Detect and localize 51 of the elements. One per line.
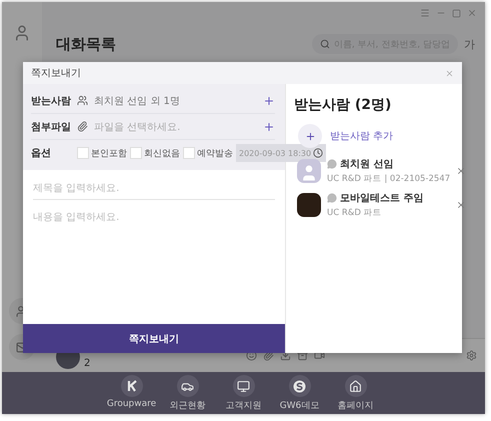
- video-icon[interactable]: [314, 350, 325, 361]
- plus-icon: [304, 130, 316, 142]
- recipient-detail: UC R&D 파트: [327, 207, 383, 219]
- send-button[interactable]: 쪽지보내기: [23, 324, 285, 353]
- option-label: 예약발송: [197, 148, 233, 160]
- download-icon[interactable]: [280, 350, 291, 361]
- chat-count: 2: [84, 358, 90, 369]
- page-title: 대화목록: [56, 34, 117, 54]
- font-size-button[interactable]: 가: [464, 36, 475, 52]
- monitor-icon: [232, 375, 254, 397]
- field-label: 첨부파일: [31, 120, 72, 134]
- car-icon: [176, 375, 198, 397]
- remove-button[interactable]: [456, 200, 466, 210]
- avatar-icon: [297, 159, 321, 183]
- recipient-name: 모바일테스트 주임: [340, 192, 424, 205]
- recipient-value[interactable]: 최치원 선임 외 1명: [94, 94, 263, 108]
- chat-bubble-icon: [327, 193, 337, 203]
- recipient-detail: UC R&D 파트 | 02-2105-2547: [327, 173, 450, 185]
- add-icon[interactable]: [263, 120, 275, 132]
- dock-item[interactable]: Groupware: [110, 375, 154, 414]
- add-icon[interactable]: [263, 94, 275, 106]
- user-icon[interactable]: [13, 24, 31, 42]
- field-label: 받는사람: [31, 94, 72, 108]
- checkbox[interactable]: [130, 147, 142, 159]
- field-label: 옵션: [31, 147, 52, 160]
- people-icon: [77, 95, 88, 106]
- remove-button[interactable]: [456, 166, 466, 176]
- option-label: 회신없음: [144, 148, 180, 160]
- option-label: 본인포함: [91, 148, 127, 160]
- checkbox[interactable]: [183, 147, 195, 159]
- photo-placeholder: [297, 193, 321, 217]
- recipient-name: 최치원 선임: [340, 158, 394, 171]
- s-logo-icon: [288, 375, 310, 397]
- maximize-icon[interactable]: [452, 8, 461, 18]
- dock-item[interactable]: 홈페이지: [334, 375, 378, 414]
- dock-item[interactable]: GW6데모: [278, 375, 322, 414]
- chat-bubble-icon: [327, 159, 337, 169]
- recipients-title: 받는사람 (2명): [294, 96, 392, 114]
- close-icon[interactable]: [445, 68, 454, 78]
- checkbox[interactable]: [77, 147, 89, 159]
- dock-item[interactable]: 외근현황: [166, 375, 210, 414]
- dialog-title: 쪽지보내기: [31, 67, 81, 80]
- search-icon: [320, 39, 330, 49]
- home-icon: [344, 375, 366, 397]
- settings-icon[interactable]: [466, 350, 477, 361]
- menu-icon[interactable]: [420, 8, 430, 18]
- dock-item[interactable]: 고객지원: [222, 375, 266, 414]
- close-icon[interactable]: [467, 8, 477, 18]
- k-logo-icon: [120, 375, 142, 397]
- clock-icon: [313, 148, 324, 158]
- paperclip-icon: [77, 121, 88, 132]
